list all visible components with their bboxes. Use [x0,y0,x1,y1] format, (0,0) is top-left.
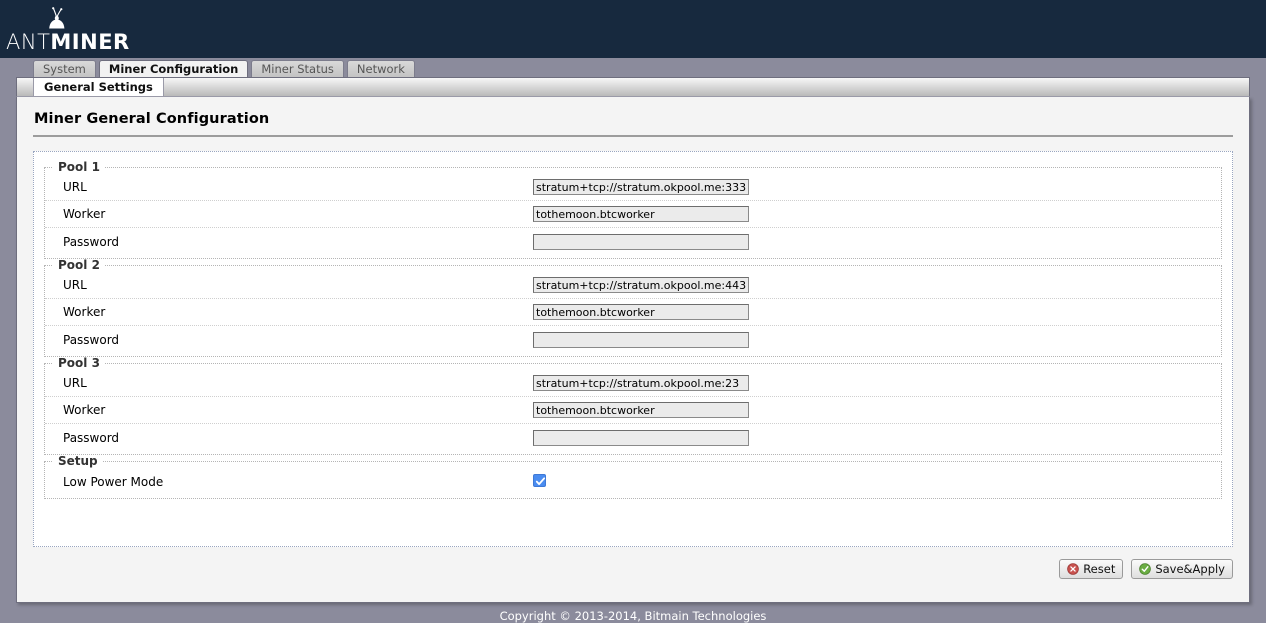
reset-button[interactable]: Reset [1059,559,1124,579]
pool-3-url-input[interactable] [533,375,749,391]
red-x-circle-icon [1067,563,1080,575]
low-power-mode-label: Low Power Mode [63,474,164,489]
title-divider [33,135,1233,137]
reset-button-label: Reset [1083,562,1116,576]
pool-1-url-label: URL [63,180,87,194]
low-power-mode-row: Low Power Mode [45,468,1221,495]
pool-1-url-row: URL [45,174,1221,201]
tab-miner-status[interactable]: Miner Status [251,60,344,77]
main-tab-bar: System Miner Configuration Miner Status … [0,58,1266,77]
pool-1-worker-input[interactable] [533,206,749,222]
subtab-general-settings[interactable]: General Settings [33,78,164,96]
tab-miner-configuration[interactable]: Miner Configuration [98,60,249,77]
app-header: ANTMINER [0,0,1266,58]
pool-1-fieldset: Pool 1 URL Worker Password [44,160,1222,259]
save-apply-button-label: Save&Apply [1155,562,1225,576]
pool-3-password-input[interactable] [533,429,749,446]
pool-3-worker-input[interactable] [533,402,749,418]
tab-system[interactable]: System [33,60,96,77]
page-title: Miner General Configuration [34,111,270,127]
pool-2-legend: Pool 2 [58,258,100,272]
pool-2-worker-label: Worker [63,305,106,319]
pool-3-url-label: URL [63,376,87,390]
pool-2-url-label: URL [63,278,87,292]
form-action-bar: Reset Save&Apply [33,547,1233,579]
pool-3-legend: Pool 3 [58,356,100,370]
pool-1-legend: Pool 1 [58,160,100,174]
ant-icon [49,7,65,29]
pool-1-password-row: Password [45,228,1221,255]
pool-3-worker-label: Worker [63,403,106,417]
antminer-logo: ANTMINER [6,4,156,56]
logo-wordmark: ANTMINER [6,30,130,54]
pool-1-password-label: Password [63,234,120,249]
sub-tab-bar: General Settings [16,77,1250,97]
pool-2-password-label: Password [63,332,120,347]
logo-text-miner: MINER [50,30,130,54]
logo-text-ant: ANT [6,30,51,54]
pool-2-url-input[interactable] [533,277,749,293]
footer-copyright: Copyright © 2013-2014, Bitmain Technolog… [499,609,767,623]
pool-2-password-input[interactable] [533,331,749,348]
pool-1-worker-row: Worker [45,201,1221,228]
pool-1-worker-label: Worker [63,207,106,221]
pool-2-worker-row: Worker [45,299,1221,326]
pool-3-password-row: Password [45,424,1221,451]
setup-legend: Setup [58,454,98,468]
setup-fieldset: Setup Low Power Mode [44,454,1222,499]
tab-network[interactable]: Network [346,60,415,77]
pool-2-url-row: URL [45,272,1221,299]
save-apply-button[interactable]: Save&Apply [1131,559,1233,579]
pool-1-url-input[interactable] [533,179,749,195]
pool-2-worker-input[interactable] [533,304,749,320]
pool-3-fieldset: Pool 3 URL Worker Password [44,356,1222,455]
pool-2-password-row: Password [45,326,1221,353]
pool-3-password-label: Password [63,430,120,445]
miner-config-form: Pool 1 URL Worker Password [33,151,1233,547]
checkmark-icon [535,476,546,485]
green-check-circle-icon [1139,563,1152,575]
low-power-mode-checkbox[interactable] [533,473,546,487]
pool-3-url-row: URL [45,370,1221,397]
pool-2-fieldset: Pool 2 URL Worker Password [44,258,1222,357]
content-panel: Miner General Configuration Pool 1 URL W… [16,97,1250,603]
pool-3-worker-row: Worker [45,397,1221,424]
pool-1-password-input[interactable] [533,233,749,250]
